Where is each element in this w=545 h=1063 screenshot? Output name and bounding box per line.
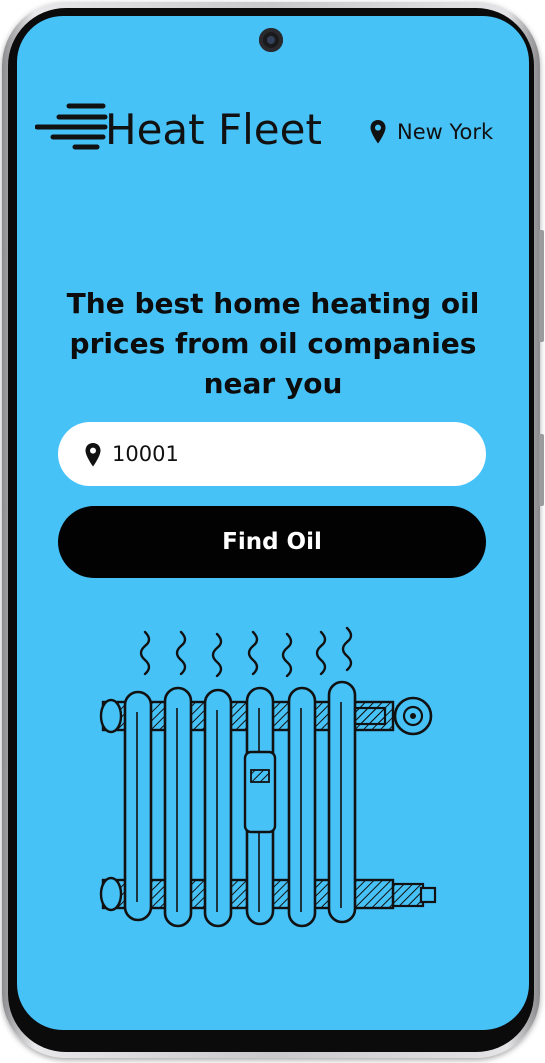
map-pin-icon — [85, 443, 101, 467]
volume-button — [539, 230, 544, 342]
find-oil-button[interactable]: Find Oil — [58, 506, 486, 578]
speed-lines-icon — [35, 103, 108, 150]
hero-headline: The best home heating oil prices from oi… — [66, 287, 480, 400]
map-pin-icon — [370, 120, 386, 144]
brand-name[interactable]: Heat Fleet — [105, 104, 322, 156]
radiator-illustration — [99, 626, 437, 928]
zip-code-input[interactable] — [112, 436, 462, 472]
phone-frame: Heat Fleet New York The best home heatin… — [2, 2, 544, 1058]
app-header: Heat Fleet New York — [17, 16, 529, 196]
app-screen: Heat Fleet New York The best home heatin… — [17, 16, 529, 1030]
power-button — [539, 434, 544, 506]
location-label: New York — [397, 120, 494, 144]
location-selector[interactable]: New York — [369, 116, 493, 148]
zip-code-field[interactable] — [58, 422, 486, 486]
